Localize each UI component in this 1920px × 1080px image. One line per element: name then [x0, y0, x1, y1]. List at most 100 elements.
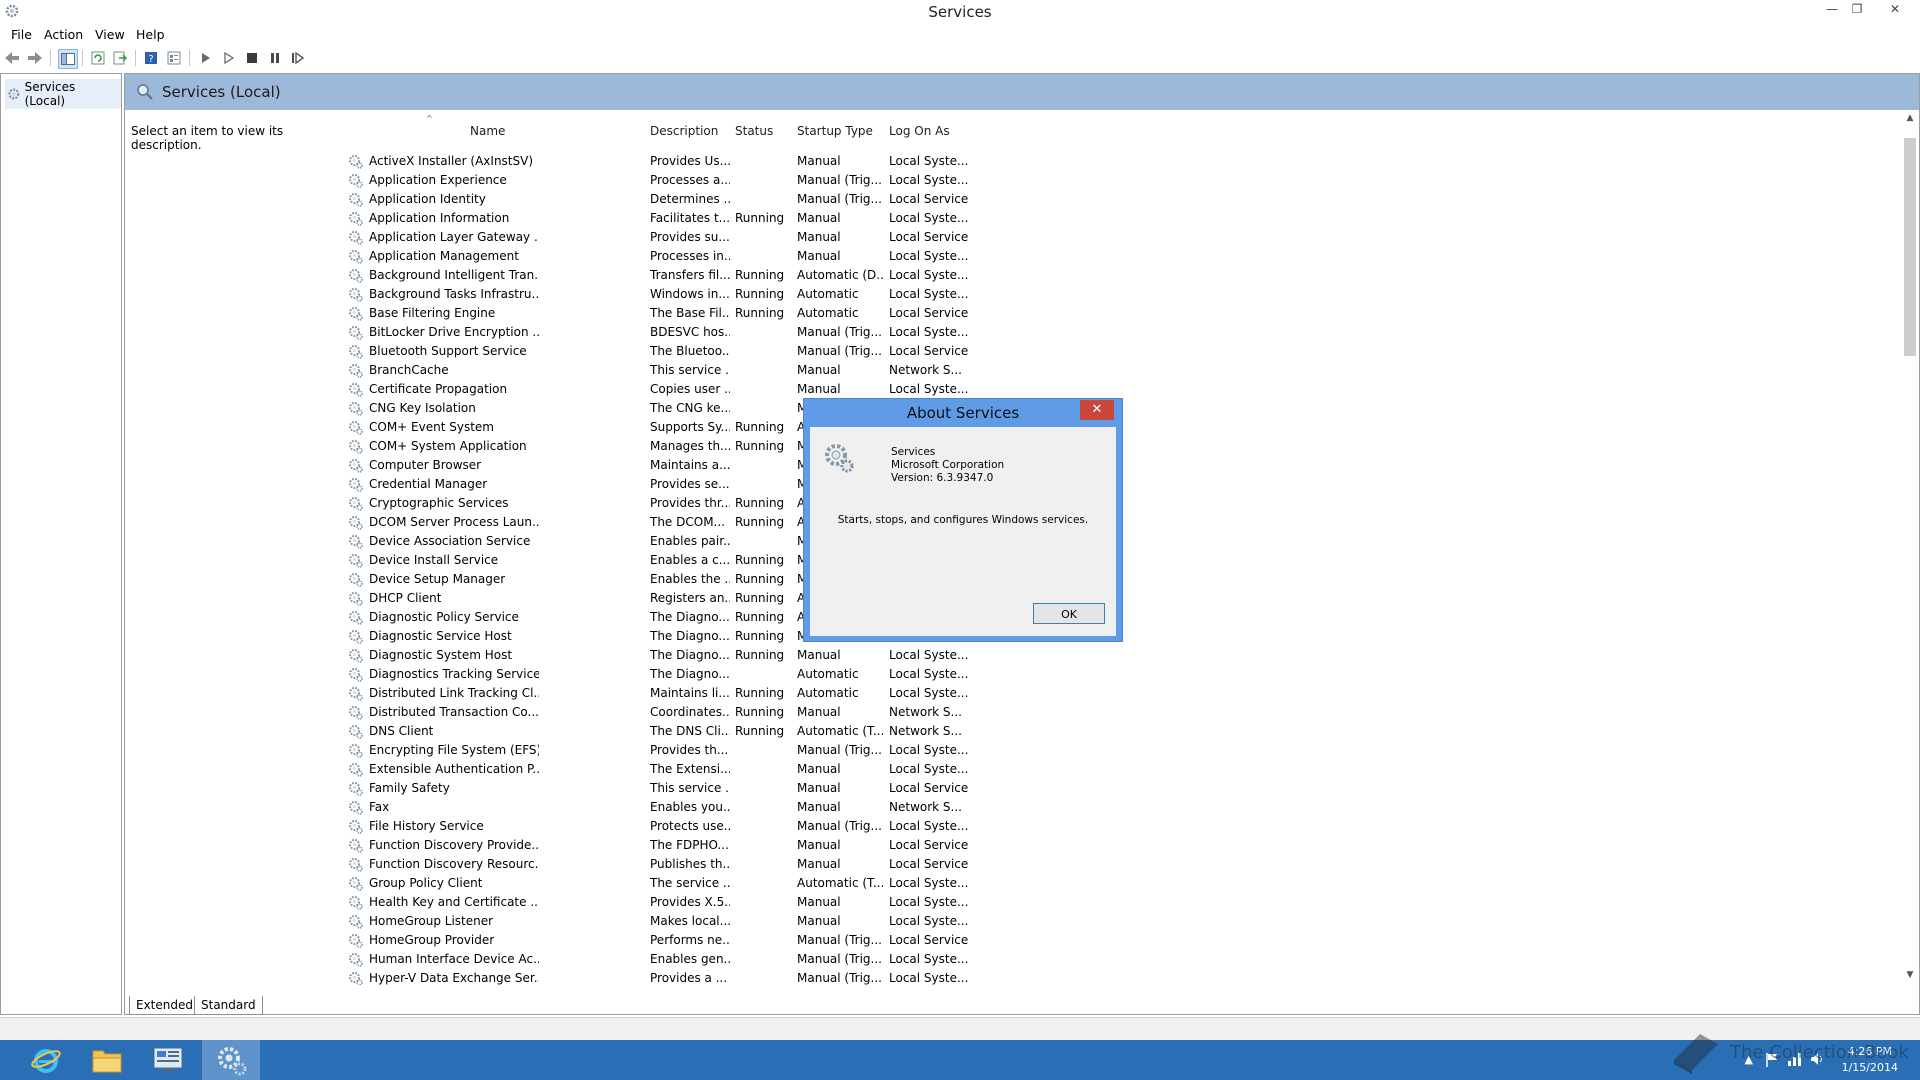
table-row[interactable]: Application Information Facilitates t... R…: [342, 209, 1903, 228]
service-gear-icon: [349, 744, 363, 758]
table-row[interactable]: DNS Client The DNS Cli... Running Automatic…: [342, 722, 1903, 741]
cell-logon: Local Syste...: [889, 686, 969, 700]
cell-name: Diagnostic Policy Service: [369, 610, 519, 624]
services-taskbar-icon[interactable]: [202, 1040, 260, 1080]
service-gear-icon: [349, 288, 363, 302]
table-row[interactable]: HomeGroup Provider Performs ne... Manual (…: [342, 931, 1903, 950]
table-row[interactable]: Distributed Link Tracking Cl... Maintains…: [342, 684, 1903, 703]
column-header-startup-type[interactable]: Startup Type: [797, 124, 873, 138]
tab-standard[interactable]: Standard: [194, 996, 263, 1015]
start-service-icon[interactable]: [197, 49, 215, 67]
table-row[interactable]: Encrypting File System (EFS) Provides th.…: [342, 741, 1903, 760]
vertical-scrollbar[interactable]: ▲ ▼: [1901, 110, 1919, 985]
window-title: Services: [928, 3, 992, 21]
cell-startup: Manual (Trig...: [797, 819, 882, 833]
tab-extended[interactable]: Extended: [129, 996, 200, 1015]
scroll-up-icon[interactable]: ▲: [1904, 112, 1916, 124]
table-row[interactable]: Background Tasks Infrastru... Windows in.…: [342, 285, 1903, 304]
table-row[interactable]: Function Discovery Resourc... Publishes t…: [342, 855, 1903, 874]
restart-service-icon[interactable]: [289, 49, 307, 67]
service-gear-icon: [349, 953, 363, 967]
table-row[interactable]: Family Safety This service ... Manual Local…: [342, 779, 1903, 798]
table-row[interactable]: Diagnostics Tracking Service The Diagno..…: [342, 665, 1903, 684]
table-row[interactable]: Application Layer Gateway ... Provides su…: [342, 228, 1903, 247]
cell-startup: Manual: [797, 914, 841, 928]
column-header-log-on-as[interactable]: Log On As: [889, 124, 950, 138]
scrollbar-thumb[interactable]: [1904, 138, 1916, 356]
table-row[interactable]: Distributed Transaction Co... Coordinates…: [342, 703, 1903, 722]
cell-description: Provides Us...: [650, 154, 730, 168]
menu-action[interactable]: Action: [44, 27, 83, 42]
minimize-button[interactable]: —: [1818, 0, 1846, 20]
table-row[interactable]: File History Service Protects use... Manua…: [342, 817, 1903, 836]
table-row[interactable]: ActiveX Installer (AxInstSV) Provides Us.…: [342, 152, 1903, 171]
table-row[interactable]: Base Filtering Engine The Base Fil... Runn…: [342, 304, 1903, 323]
refresh-icon[interactable]: [89, 49, 107, 67]
cell-name: Background Intelligent Tran...: [369, 268, 539, 282]
table-row[interactable]: BranchCache This service ... Manual Network…: [342, 361, 1903, 380]
table-row[interactable]: Fax Enables you... Manual Network S...: [342, 798, 1903, 817]
menu-view[interactable]: View: [95, 27, 125, 42]
table-row[interactable]: Bluetooth Support Service The Bluetoo... M…: [342, 342, 1903, 361]
service-gear-icon: [349, 497, 363, 511]
column-header-status[interactable]: Status: [735, 124, 773, 138]
table-row[interactable]: BitLocker Drive Encryption ... BDESVC hos…: [342, 323, 1903, 342]
table-row[interactable]: Extensible Authentication P... The Extens…: [342, 760, 1903, 779]
dialog-version: Version: 6.3.9347.0: [891, 472, 994, 484]
column-header-name[interactable]: Name: [470, 124, 505, 138]
cell-logon: Local Syste...: [889, 154, 969, 168]
table-row[interactable]: Background Intelligent Tran... Transfers …: [342, 266, 1903, 285]
table-row[interactable]: Human Interface Device Ac... Enables gen.…: [342, 950, 1903, 969]
cell-logon: Local Syste...: [889, 268, 969, 282]
table-row[interactable]: Application Experience Processes a... Manu…: [342, 171, 1903, 190]
table-row[interactable]: HomeGroup Listener Makes local... Manual Lo…: [342, 912, 1903, 931]
menu-help[interactable]: Help: [136, 27, 165, 42]
properties-icon[interactable]: [165, 49, 183, 67]
service-gear-icon: [349, 250, 363, 264]
export-list-icon[interactable]: [111, 49, 129, 67]
magnifier-icon: [137, 84, 153, 100]
cell-logon: Local Syste...: [889, 249, 969, 263]
cell-description: This service ...: [650, 363, 730, 377]
cell-name: Function Discovery Provide...: [369, 838, 539, 852]
ok-button[interactable]: OK: [1033, 603, 1105, 624]
svg-text:?: ?: [148, 54, 153, 65]
cell-name: Device Setup Manager: [369, 572, 506, 586]
scroll-down-icon[interactable]: ▼: [1904, 969, 1916, 981]
tree-item-services-local[interactable]: Services (Local): [5, 79, 121, 109]
cell-description: Performs ne...: [650, 933, 730, 947]
service-gear-icon: [349, 573, 363, 587]
stop-service-icon[interactable]: [243, 49, 261, 67]
forward-icon[interactable]: [26, 49, 44, 67]
file-explorer-icon[interactable]: [78, 1040, 136, 1080]
cell-name: Distributed Link Tracking Cl...: [369, 686, 539, 700]
start-service-alt-icon[interactable]: [220, 49, 238, 67]
close-window-button[interactable]: ✕: [1881, 0, 1909, 20]
table-row[interactable]: Certificate Propagation Copies user ... Ma…: [342, 380, 1903, 399]
service-gear-icon: [349, 212, 363, 226]
internet-explorer-icon[interactable]: [17, 1040, 75, 1080]
table-row[interactable]: Application Identity Determines ... Manual…: [342, 190, 1903, 209]
column-header-description[interactable]: Description: [650, 124, 718, 138]
cell-description: Manages th...: [650, 439, 730, 453]
service-gear-icon: [349, 687, 363, 701]
table-row[interactable]: Hyper-V Data Exchange Ser... Provides a .…: [342, 969, 1903, 985]
cell-logon: Local Syste...: [889, 743, 969, 757]
restore-button[interactable]: ❐: [1843, 0, 1871, 20]
table-row[interactable]: Group Policy Client The service ... Automa…: [342, 874, 1903, 893]
service-gear-icon: [349, 326, 363, 340]
service-gear-icon: [349, 915, 363, 929]
table-row[interactable]: Function Discovery Provide... The FDPHO..…: [342, 836, 1903, 855]
pause-service-icon[interactable]: [266, 49, 284, 67]
dialog-close-button[interactable]: ✕: [1080, 400, 1114, 420]
back-icon[interactable]: [3, 49, 21, 67]
show-hide-console-tree-icon[interactable]: [58, 49, 78, 69]
help-icon[interactable]: ?: [142, 49, 160, 67]
menu-file[interactable]: File: [11, 27, 32, 42]
table-row[interactable]: Application Management Processes in... Man…: [342, 247, 1903, 266]
table-row[interactable]: Diagnostic System Host The Diagno... Runni…: [342, 646, 1903, 665]
table-row[interactable]: Health Key and Certificate ... Provides X…: [342, 893, 1903, 912]
control-panel-icon[interactable]: [139, 1040, 197, 1080]
cell-startup: Manual (Trig...: [797, 192, 882, 206]
cell-logon: Local Syste...: [889, 819, 969, 833]
